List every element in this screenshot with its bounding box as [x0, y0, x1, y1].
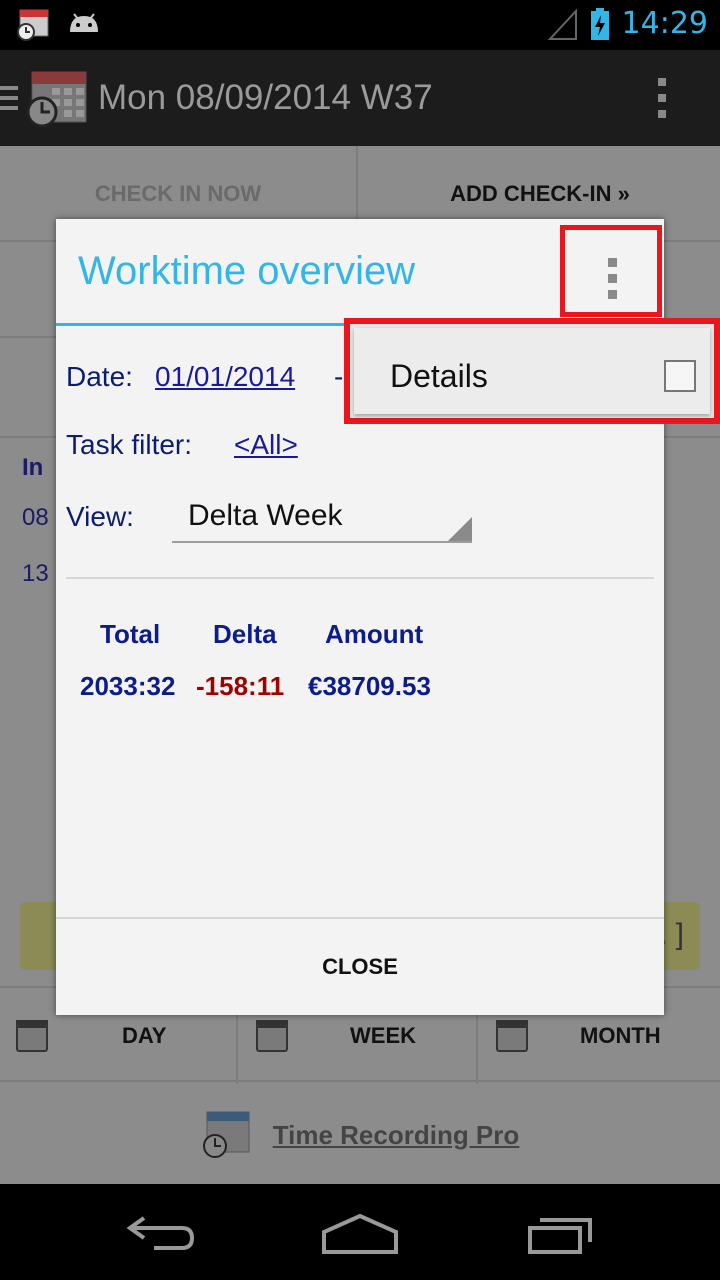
delta-header: Delta	[213, 619, 277, 649]
task-filter-link[interactable]: <All>	[234, 429, 298, 461]
date-label: Date:	[66, 361, 133, 392]
total-value: 2033:32	[80, 671, 176, 701]
date-from-link[interactable]: 01/01/2014	[155, 361, 295, 393]
delta-value: -158:11	[196, 671, 285, 701]
calendar-month-icon	[496, 1020, 528, 1052]
status-bar: 14:29	[0, 0, 720, 50]
clock: 14:29	[621, 6, 708, 41]
date-separator: -	[334, 361, 344, 392]
close-button[interactable]: CLOSE	[56, 919, 664, 1015]
calendar-day-icon	[16, 1020, 48, 1052]
app-logo-icon[interactable]	[26, 68, 90, 128]
view-dropdown-value: Delta Week	[188, 499, 343, 532]
page-title: Mon 08/09/2014 W37	[98, 78, 433, 117]
details-label: Details	[390, 358, 488, 394]
home-icon[interactable]	[320, 1212, 400, 1256]
calendar-clock-notification-icon	[17, 9, 49, 41]
app-logo-icon	[202, 1111, 250, 1158]
android-notification-icon	[70, 13, 98, 32]
task-filter-label: Task filter:	[66, 429, 193, 460]
view-dropdown[interactable]: Delta Week	[172, 489, 472, 543]
time-recording-pro-link[interactable]: Time Recording Pro	[273, 1120, 520, 1151]
footer: Time Recording Pro	[0, 1086, 720, 1184]
list-item: 08	[22, 504, 49, 531]
menu-item-details[interactable]: Details	[354, 328, 710, 414]
view-label: View:	[66, 501, 134, 532]
column-header-in: In	[22, 454, 44, 481]
signal-icon	[547, 7, 577, 40]
dropdown-arrow-icon	[448, 517, 472, 541]
calendar-week-icon	[256, 1020, 288, 1052]
navigation-bar	[0, 1184, 720, 1280]
total-header: Total	[100, 619, 161, 649]
tab-week-label: WEEK	[350, 1023, 416, 1048]
amount-value: €38709.53	[308, 671, 431, 701]
battery-charging-icon	[590, 7, 609, 40]
tab-month-label: MONTH	[580, 1023, 661, 1048]
separator	[66, 577, 654, 579]
action-bar: Mon 08/09/2014 W37	[0, 50, 720, 146]
drawer-toggle-icon[interactable]	[0, 86, 20, 116]
details-popup-menu: Details	[344, 318, 720, 424]
amount-header: Amount	[325, 619, 424, 649]
list-item: 13	[22, 560, 49, 587]
dialog-overflow-menu-icon[interactable]	[560, 225, 662, 317]
back-icon[interactable]	[124, 1214, 196, 1254]
dialog-title: Worktime overview	[78, 249, 416, 293]
tab-day-label: DAY	[122, 1023, 167, 1048]
details-checkbox[interactable]	[664, 360, 696, 392]
recent-apps-icon[interactable]	[526, 1212, 596, 1256]
overflow-menu-icon[interactable]	[658, 78, 668, 126]
